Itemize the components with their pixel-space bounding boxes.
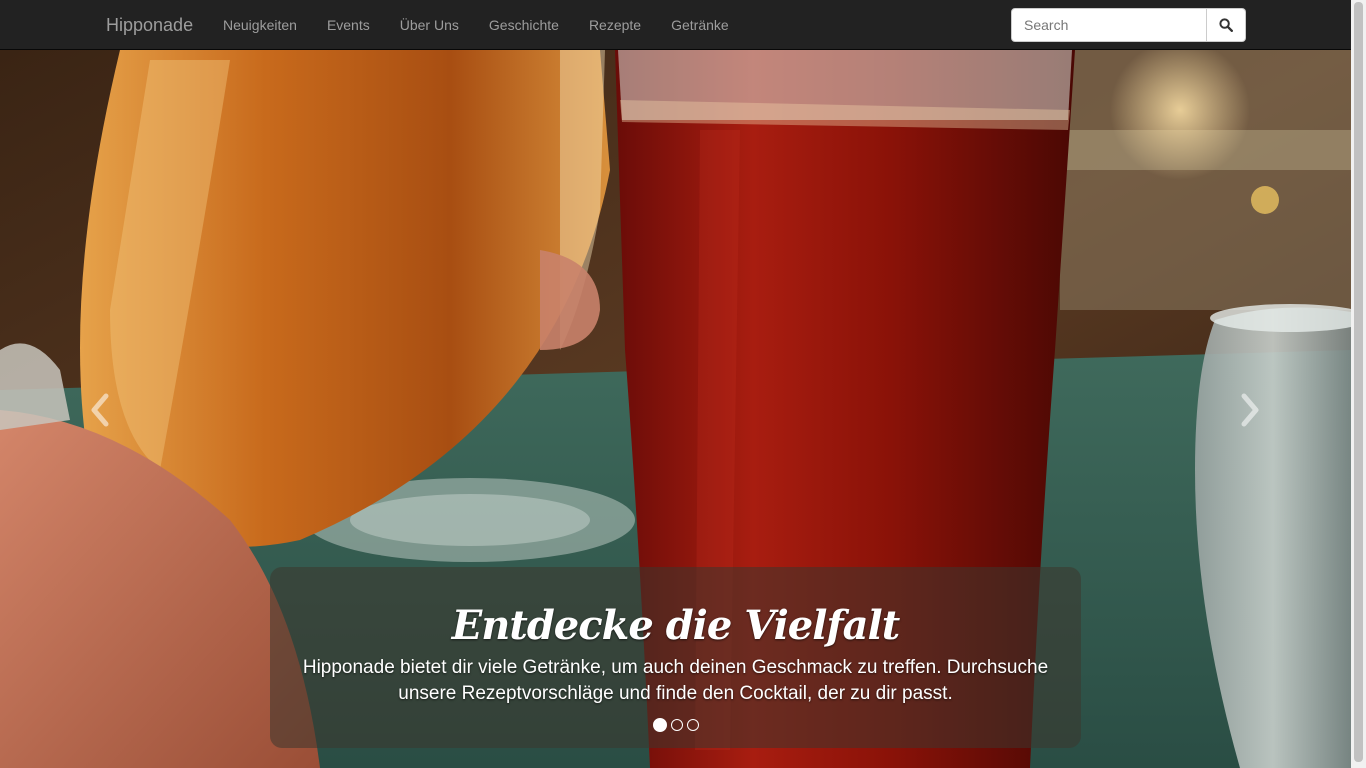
nav-link-ueber-uns[interactable]: Über Uns bbox=[385, 0, 474, 50]
nav-link-geschichte[interactable]: Geschichte bbox=[474, 0, 574, 50]
carousel-indicator-3[interactable] bbox=[686, 719, 699, 731]
carousel-indicator-1[interactable] bbox=[652, 718, 667, 732]
carousel-next-button[interactable] bbox=[1230, 380, 1270, 440]
hero-carousel: Entdecke die Vielfalt Hipponade bietet d… bbox=[0, 50, 1351, 768]
search-input[interactable] bbox=[1011, 8, 1207, 42]
caption-text: Hipponade bietet dir viele Getränke, um … bbox=[302, 657, 1049, 704]
search-form bbox=[1011, 8, 1246, 42]
carousel-caption: Entdecke die Vielfalt Hipponade bietet d… bbox=[270, 567, 1081, 748]
search-icon bbox=[1219, 18, 1233, 32]
nav-item-geschichte: Geschichte bbox=[474, 0, 574, 50]
nav-link-events[interactable]: Events bbox=[312, 0, 385, 50]
nav-item-ueber-uns: Über Uns bbox=[385, 0, 474, 50]
nav-link-neuigkeiten[interactable]: Neuigkeiten bbox=[208, 0, 312, 50]
nav-item-events: Events bbox=[312, 0, 385, 50]
carousel-indicators bbox=[270, 718, 1081, 732]
scrollbar-thumb[interactable] bbox=[1354, 2, 1363, 762]
navbar: Hipponade Neuigkeiten Events Über Uns Ge… bbox=[0, 0, 1366, 50]
chevron-left-icon bbox=[91, 393, 109, 427]
nav-link-getraenke[interactable]: Getränke bbox=[656, 0, 744, 50]
search-button[interactable] bbox=[1207, 8, 1246, 42]
nav-item-getraenke: Getränke bbox=[656, 0, 744, 50]
brand-link[interactable]: Hipponade bbox=[106, 0, 193, 50]
carousel-prev-button[interactable] bbox=[80, 380, 120, 440]
carousel-indicator-2[interactable] bbox=[670, 719, 683, 731]
chevron-right-icon bbox=[1241, 393, 1259, 427]
nav-item-rezepte: Rezepte bbox=[574, 0, 656, 50]
nav-menu: Neuigkeiten Events Über Uns Geschichte R… bbox=[208, 0, 744, 50]
page-scrollbar[interactable] bbox=[1351, 0, 1366, 768]
caption-title: Entdecke die Vielfalt bbox=[451, 602, 900, 649]
nav-link-rezepte[interactable]: Rezepte bbox=[574, 0, 656, 50]
nav-item-neuigkeiten: Neuigkeiten bbox=[208, 0, 312, 50]
